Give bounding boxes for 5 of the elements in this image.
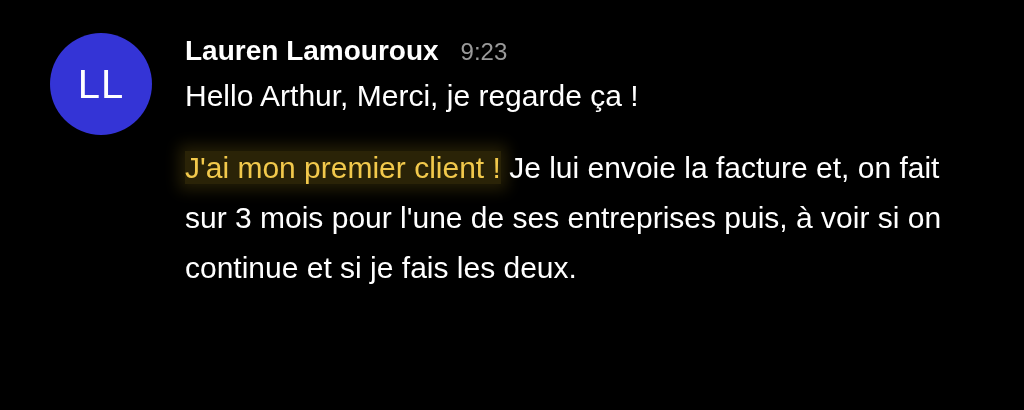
author-name: Lauren Lamouroux <box>185 35 439 67</box>
message-text: Hello Arthur, Merci, je regarde ça ! <box>185 78 640 114</box>
message-time: 9:23 <box>460 38 508 66</box>
avatar[interactable]: LL <box>50 33 152 135</box>
message-text: J'ai mon premier client ! Je lui envoie la facture et, on fait sur 3 mois pour l'une de ses entreprises puis, à voir si on continue et si je fais les deux. <box>185 150 943 286</box>
